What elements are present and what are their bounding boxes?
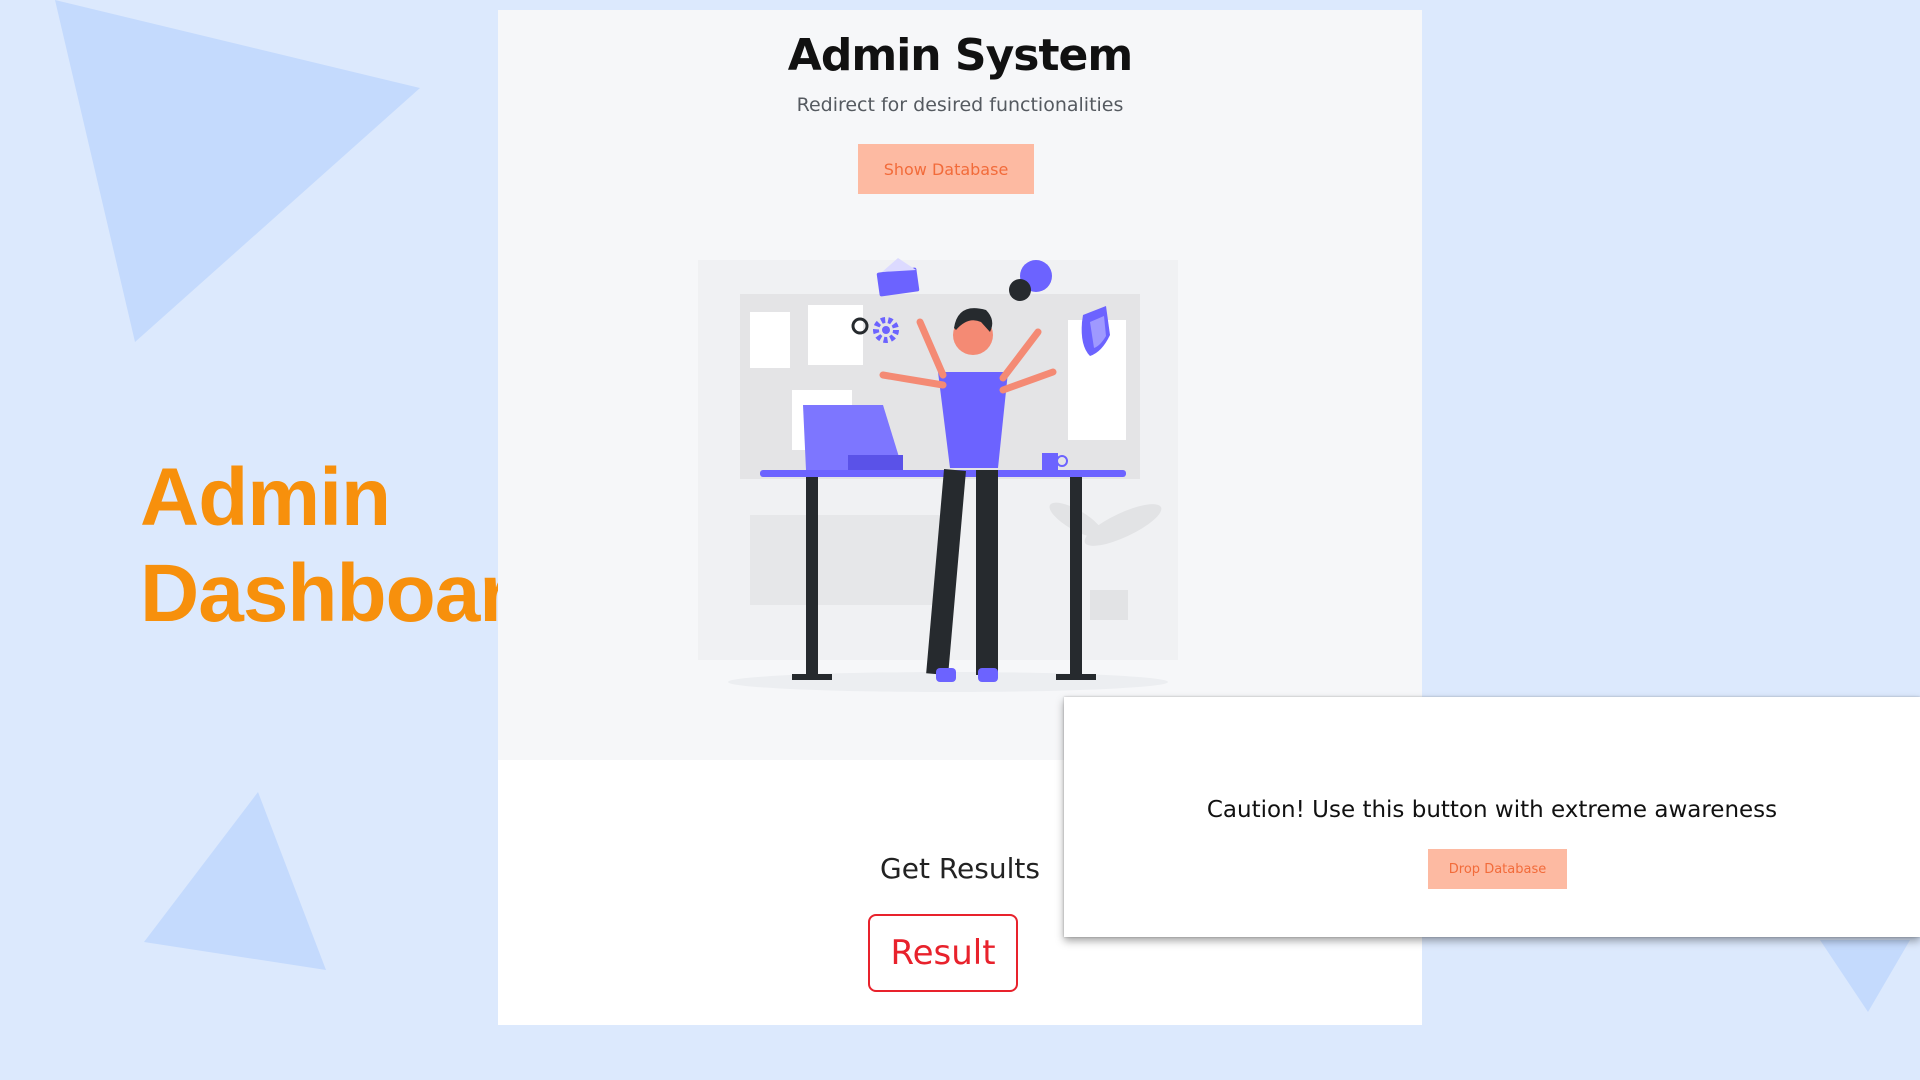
page-title: Admin System bbox=[787, 30, 1133, 81]
panel-header-area: Admin System Redirect for desired functi… bbox=[498, 10, 1422, 760]
page-subtitle: Redirect for desired functionalities bbox=[796, 94, 1124, 116]
caution-text: Caution! Use this button with extreme aw… bbox=[1206, 797, 1778, 823]
show-database-button[interactable]: Show Database bbox=[858, 144, 1034, 194]
hero-title-line1: Admin bbox=[140, 452, 391, 543]
decor-triangle-top bbox=[55, 0, 420, 342]
drop-database-button[interactable]: Drop Database bbox=[1428, 849, 1567, 889]
result-button[interactable]: Result bbox=[868, 914, 1018, 992]
hero-title-line2: Dashboard bbox=[140, 548, 560, 639]
hero-title: Admin Dashboard bbox=[140, 450, 560, 642]
decor-triangle-bottom-right bbox=[1820, 940, 1910, 1012]
caution-modal: Caution! Use this button with extreme aw… bbox=[1064, 697, 1920, 937]
admin-illustration bbox=[698, 258, 1178, 692]
decor-triangle-bottom-left bbox=[144, 792, 326, 970]
